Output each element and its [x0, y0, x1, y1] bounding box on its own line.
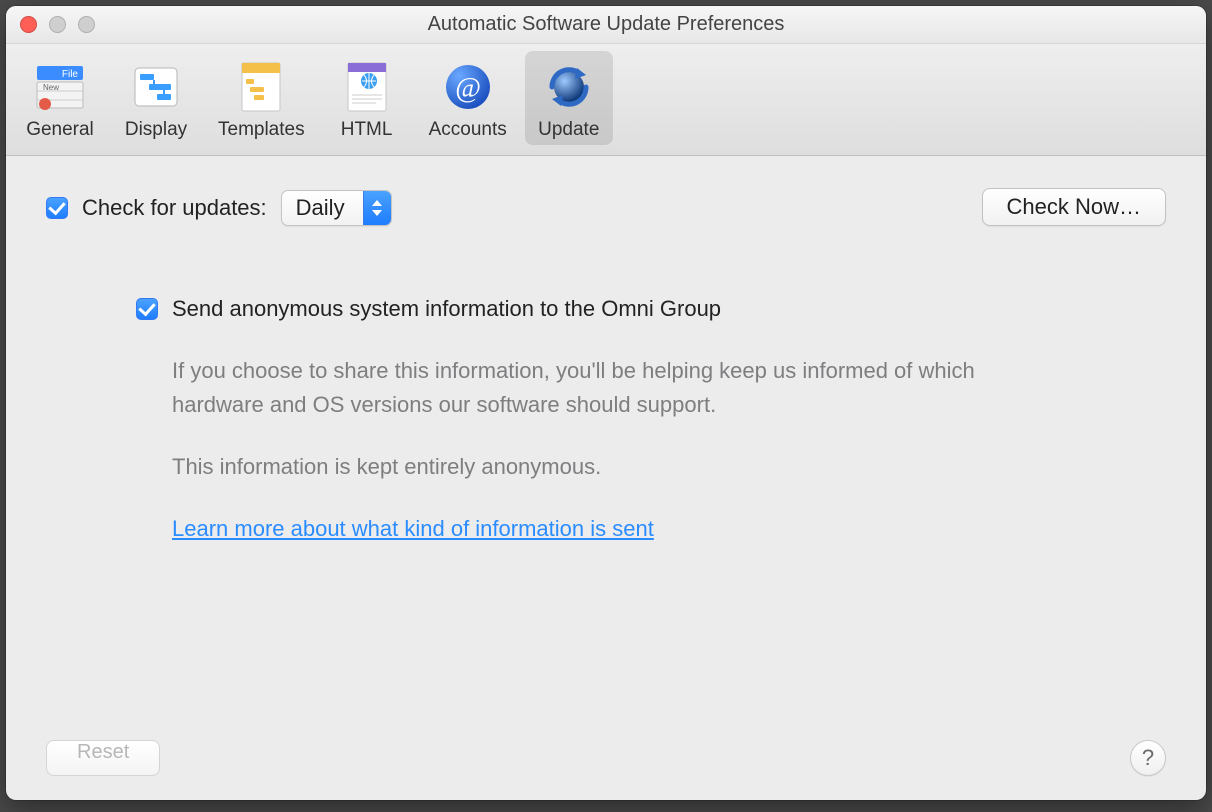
learn-more-link[interactable]: Learn more about what kind of informatio… [172, 516, 654, 541]
tab-display[interactable]: Display [112, 51, 200, 145]
window-controls [20, 16, 95, 33]
accounts-icon: @ [438, 57, 498, 117]
update-pane: Check for updates: Daily Check Now… Send… [6, 156, 1206, 800]
window-title: Automatic Software Update Preferences [6, 13, 1206, 36]
reset-button-label: Reset [77, 741, 129, 763]
send-anonymous-row: Send anonymous system information to the… [136, 296, 1056, 322]
minimize-window-button[interactable] [49, 16, 66, 33]
tab-templates[interactable]: Templates [208, 51, 315, 145]
zoom-window-button[interactable] [78, 16, 95, 33]
close-window-button[interactable] [20, 16, 37, 33]
tab-accounts-label: Accounts [429, 119, 507, 141]
preferences-toolbar: File New General [6, 44, 1206, 156]
tab-templates-label: Templates [218, 119, 305, 141]
anonymous-desc-paragraph-1: If you choose to share this information,… [172, 354, 992, 422]
check-now-button[interactable]: Check Now… [982, 188, 1166, 226]
tab-accounts[interactable]: @ Accounts [419, 51, 517, 145]
tab-general[interactable]: File New General [16, 51, 104, 145]
tab-update-label: Update [538, 119, 599, 141]
anonymous-info-section: Send anonymous system information to the… [136, 296, 1056, 546]
update-frequency-value: Daily [282, 195, 363, 221]
reset-button[interactable]: Reset [46, 740, 160, 776]
general-icon: File New [30, 57, 90, 117]
tab-update[interactable]: Update [525, 51, 613, 145]
check-for-updates-checkbox[interactable] [46, 197, 68, 219]
svg-text:@: @ [455, 73, 481, 104]
display-icon [126, 57, 186, 117]
anonymous-description: If you choose to share this information,… [172, 354, 992, 546]
help-button[interactable]: ? [1130, 740, 1166, 776]
tab-html[interactable]: HTML [323, 51, 411, 145]
stepper-arrows-icon [363, 191, 391, 225]
send-anonymous-label: Send anonymous system information to the… [172, 296, 721, 322]
update-icon [539, 57, 599, 117]
footer-row: Reset ? [46, 740, 1166, 776]
tab-general-label: General [26, 119, 94, 141]
tab-display-label: Display [125, 119, 187, 141]
html-icon [337, 57, 397, 117]
check-for-updates-label: Check for updates: [82, 195, 267, 221]
check-now-label: Check Now… [1007, 194, 1141, 220]
preferences-window: Automatic Software Update Preferences Fi… [6, 6, 1206, 800]
tab-html-label: HTML [341, 119, 393, 141]
update-frequency-select[interactable]: Daily [281, 190, 392, 226]
svg-text:File: File [62, 69, 79, 80]
send-anonymous-checkbox[interactable] [136, 298, 158, 320]
templates-icon [231, 57, 291, 117]
help-icon: ? [1142, 745, 1154, 771]
svg-text:New: New [43, 83, 59, 92]
titlebar: Automatic Software Update Preferences [6, 6, 1206, 44]
anonymous-desc-paragraph-2: This information is kept entirely anonym… [172, 450, 992, 484]
